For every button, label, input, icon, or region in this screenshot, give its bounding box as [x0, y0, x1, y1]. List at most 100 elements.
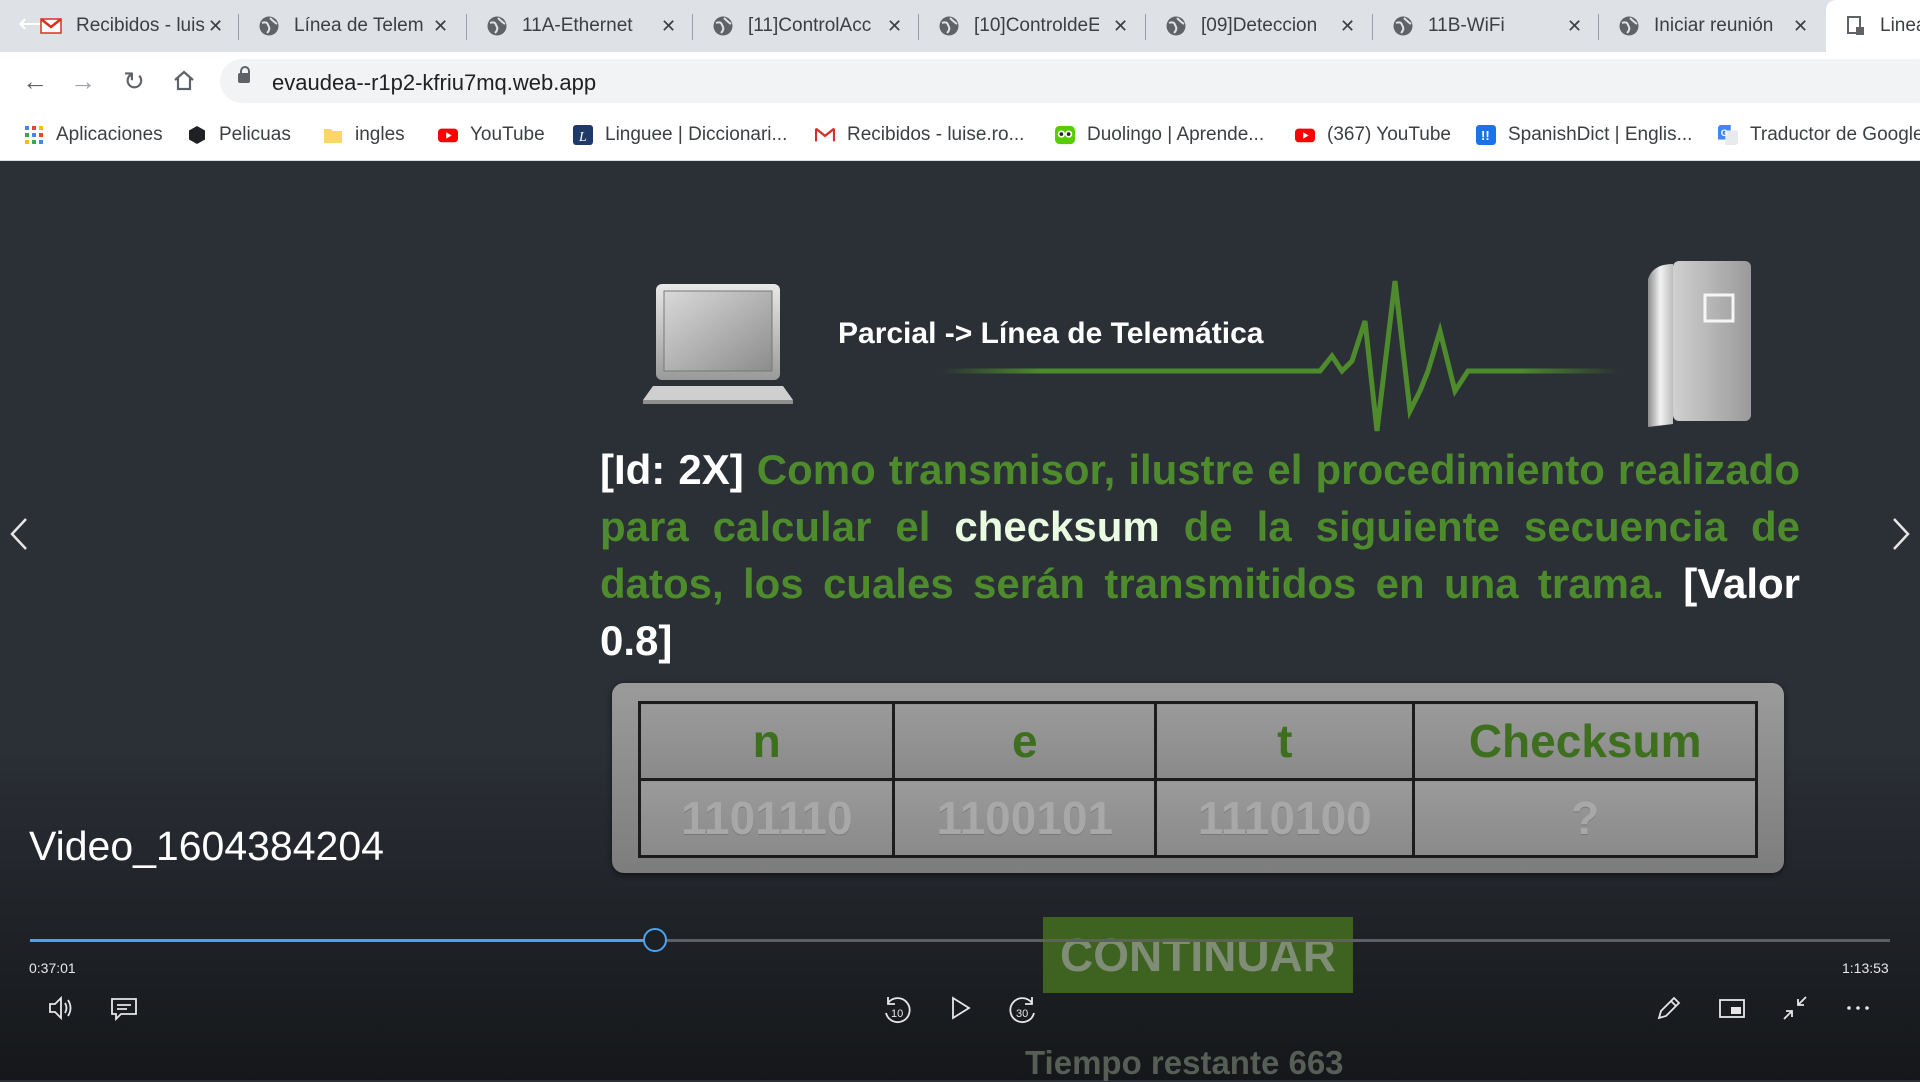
volume-icon: [49, 995, 72, 1021]
picture-in-picture-icon: [1719, 999, 1745, 1018]
more-options-button[interactable]: [1841, 993, 1875, 1027]
bookmark-ingles[interactable]: ingles: [323, 120, 405, 150]
linguee-icon: L: [573, 125, 593, 145]
lock-icon: [238, 66, 250, 83]
gmail-icon: [815, 127, 835, 142]
bookmark-youtube-367[interactable]: (367) YouTube: [1295, 120, 1451, 150]
tab-8[interactable]: Iniciar reunión ✕: [1618, 0, 1808, 52]
bookmark-label: (367) YouTube: [1327, 124, 1451, 145]
volume-button[interactable]: [44, 993, 78, 1027]
tab-active[interactable]: Linea: [1826, 0, 1920, 52]
laptop-icon: [643, 284, 793, 404]
globe-icon: [1166, 16, 1186, 36]
table-header: e: [892, 701, 1158, 781]
tab-5[interactable]: [10]ControldeE ✕: [938, 0, 1128, 52]
arrow-right-icon: →: [70, 66, 96, 96]
bookmark-pelicuas[interactable]: Pelicuas: [187, 120, 291, 150]
previous-chevron-icon[interactable]: [8, 516, 30, 562]
tab-title: Línea de Telem: [294, 15, 424, 36]
globe-icon: [713, 16, 733, 36]
close-icon[interactable]: ✕: [1113, 16, 1128, 37]
play-icon: [952, 996, 971, 1020]
bookmark-spanishdict[interactable]: !! SpanishDict | Englis...: [1476, 120, 1692, 150]
seek-bar[interactable]: [30, 928, 1890, 952]
duolingo-icon: [1055, 125, 1075, 145]
bookmark-label: ingles: [355, 124, 405, 145]
pencil-icon: [1657, 996, 1681, 1020]
spanishdict-icon: !!: [1476, 125, 1496, 145]
close-icon[interactable]: ✕: [1340, 16, 1355, 37]
close-icon[interactable]: ✕: [661, 16, 676, 37]
globe-icon: [487, 16, 507, 36]
bookmarks-bar: Aplicaciones Pelicuas ingles YouTube L L…: [0, 110, 1920, 161]
play-button[interactable]: [943, 993, 977, 1027]
apps-grid-icon: [25, 126, 43, 144]
tab-3[interactable]: 11A-Ethernet ✕: [486, 0, 676, 52]
current-time: 0:37:01: [29, 960, 76, 976]
close-icon[interactable]: ✕: [208, 16, 223, 37]
tab-6[interactable]: [09]Deteccion ✕: [1165, 0, 1355, 52]
globe-icon: [259, 16, 279, 36]
bookmark-gmail[interactable]: Recibidos - luise.ro...: [815, 120, 1024, 150]
bookmark-youtube[interactable]: YouTube: [438, 120, 545, 150]
edit-button[interactable]: [1652, 993, 1686, 1027]
rewind-10-icon: 10: [885, 997, 911, 1023]
close-icon[interactable]: ✕: [433, 16, 448, 37]
forward-button[interactable]: →: [66, 64, 100, 98]
globe-icon: [1393, 16, 1413, 36]
bookmark-duolingo[interactable]: Duolingo | Aprende...: [1055, 120, 1264, 150]
seek-progress: [30, 939, 655, 942]
video-player[interactable]: Parcial -> Línea de Telemática [Id: 2X] …: [0, 161, 1920, 1081]
forward-30-icon: 30: [1009, 997, 1035, 1023]
tab-4[interactable]: [11]ControlAcc ✕: [712, 0, 902, 52]
captions-button[interactable]: [107, 993, 141, 1027]
next-chevron-icon[interactable]: [1890, 516, 1912, 562]
table-header: n: [637, 701, 896, 781]
mini-view-button[interactable]: [1715, 993, 1749, 1027]
continue-button[interactable]: CONTINUAR: [1043, 917, 1353, 993]
video-title: Video_1604384204: [29, 823, 384, 869]
tab-title: [11]ControlAcc: [748, 15, 872, 36]
reload-button[interactable]: ↻: [117, 64, 151, 98]
url-text[interactable]: evaudea--r1p2-kfriu7mq.web.app: [272, 70, 596, 96]
table-cell: 1101110: [637, 778, 896, 858]
duration-time: 1:13:53: [1842, 960, 1889, 976]
page-icon: [1847, 16, 1864, 35]
tab-7[interactable]: 11B-WiFi ✕: [1392, 0, 1582, 52]
close-icon[interactable]: ✕: [887, 16, 902, 37]
table-cell: 1100101: [892, 778, 1158, 858]
bookmark-label: Traductor de Google: [1750, 124, 1920, 145]
bookmark-apps[interactable]: Aplicaciones: [24, 120, 163, 150]
home-button[interactable]: [167, 64, 201, 98]
tab-title: [09]Deteccion: [1201, 15, 1318, 36]
forward-30-button[interactable]: 30: [1006, 993, 1040, 1027]
question-text: [Id: 2X] Como transmisor, ilustre el pro…: [600, 441, 1800, 669]
seek-thumb[interactable]: [642, 928, 667, 952]
globe-icon: [1619, 16, 1639, 36]
hexagon-icon: [189, 126, 205, 144]
close-icon[interactable]: ✕: [1567, 16, 1582, 37]
rewind-10-button[interactable]: 10: [880, 993, 914, 1027]
bookmark-linguee[interactable]: L Linguee | Diccionari...: [573, 120, 787, 150]
gmail-icon: [40, 18, 62, 34]
address-bar[interactable]: evaudea--r1p2-kfriu7mq.web.app: [220, 59, 1920, 103]
question-highlight: checksum: [954, 503, 1160, 550]
table-header: t: [1154, 701, 1416, 781]
bookmark-label: Recibidos - luise.ro...: [847, 124, 1025, 145]
slide-title: Parcial -> Línea de Telemática: [838, 317, 1264, 350]
tab-title: Linea: [1880, 15, 1920, 36]
back-button[interactable]: ←: [18, 64, 52, 98]
tab-2[interactable]: Línea de Telem ✕: [258, 0, 448, 52]
bookmark-google-translate[interactable]: G Traductor de Google: [1718, 120, 1920, 150]
close-icon[interactable]: ✕: [1793, 16, 1808, 37]
bookmark-label: Pelicuas: [219, 124, 291, 145]
server-icon: [1648, 261, 1751, 427]
arrow-left-icon: ←: [22, 66, 48, 96]
bookmark-label: Aplicaciones: [56, 124, 163, 145]
tab-1[interactable]: Recibidos - luis ✕: [40, 0, 230, 52]
browser-toolbar: ← → ↻ evaudea--r1p2-kfriu7mq.web.app: [0, 52, 1920, 110]
bookmark-label: SpanishDict | Englis...: [1508, 124, 1693, 145]
exit-fullscreen-button[interactable]: [1778, 993, 1812, 1027]
svg-text:10: 10: [891, 1008, 903, 1020]
svg-text:L: L: [578, 130, 587, 145]
